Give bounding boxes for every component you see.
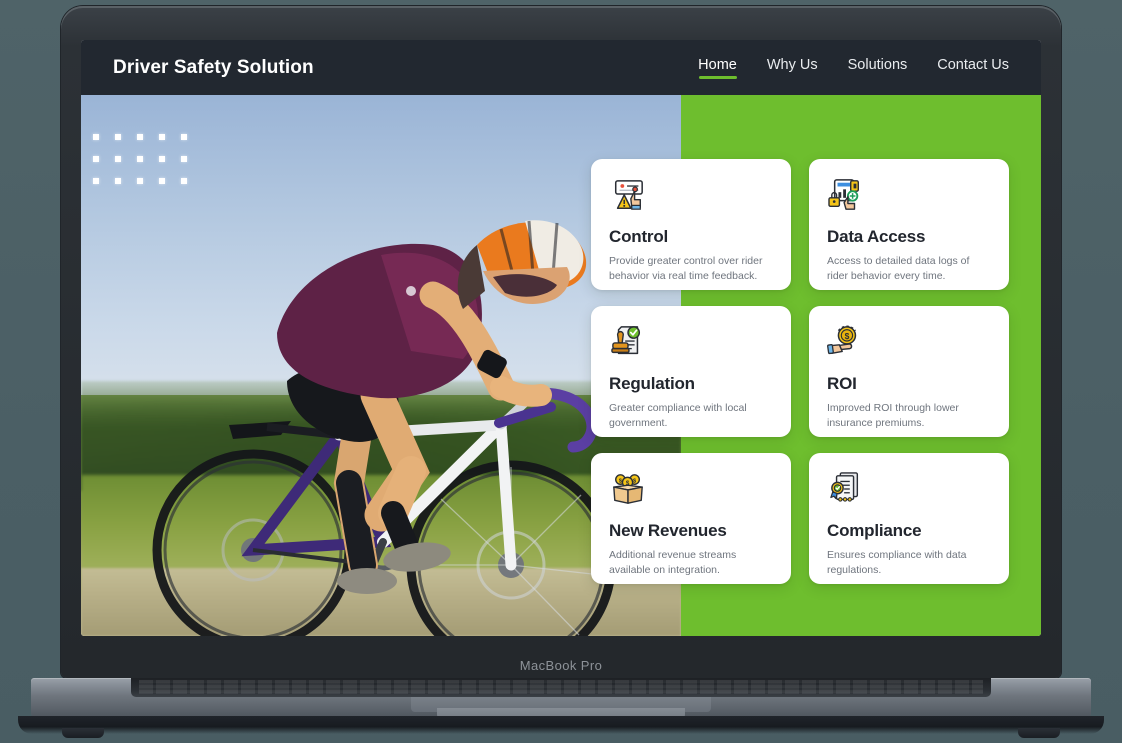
feature-card-desc: Greater compliance with local government… [609, 402, 747, 429]
box-of-coins-icon: $ $ $ [613, 474, 643, 504]
feature-card-regulation[interactable]: Regulation Greater compliance with local… [591, 306, 791, 437]
stamp-approved-document-icon [611, 326, 641, 355]
device-model-label: MacBook Pro [519, 658, 603, 673]
data-lock-document-icon [828, 179, 859, 210]
feature-card-desc: Improved ROI through lower insurance pre… [827, 402, 959, 429]
feature-card-title: Regulation [609, 374, 695, 393]
nav-link-solutions[interactable]: Solutions [848, 57, 908, 79]
keyboard-deck [131, 678, 991, 697]
screen-bezel: Driver Safety Solution Home Why Us Solut… [81, 40, 1041, 636]
feature-card-grid: Control Provide greater control over rid… [591, 159, 1011, 584]
feature-card-new-revenues[interactable]: $ $ $ New Revenues Additional revenue st [591, 453, 791, 584]
nav-link-contact-us[interactable]: Contact Us [937, 57, 1009, 79]
nav-link-home[interactable]: Home [698, 57, 737, 79]
dot-grid-decoration [93, 134, 203, 200]
feature-card-desc: Ensures compliance with data regulations… [827, 549, 967, 576]
nav-links: Home Why Us Solutions Contact Us [698, 57, 1009, 79]
site-navbar: Driver Safety Solution Home Why Us Solut… [81, 40, 1041, 95]
laptop-mockup-scene: Driver Safety Solution Home Why Us Solut… [0, 0, 1122, 743]
laptop-base-underside [18, 716, 1104, 734]
website-viewport: Driver Safety Solution Home Why Us Solut… [81, 40, 1041, 636]
hero-section: Control Provide greater control over rid… [81, 95, 1041, 636]
feature-card-title: New Revenues [609, 521, 727, 540]
feature-card-data-access[interactable]: Data Access Access to detailed data logs… [809, 159, 1009, 290]
laptop-foot-right [1018, 728, 1060, 738]
feature-card-desc: Access to detailed data logs of rider be… [827, 255, 970, 282]
feature-card-title: Data Access [827, 227, 926, 246]
svg-text:$: $ [845, 331, 850, 341]
feature-card-roi[interactable]: $ ROI Improved ROI through lower insuran… [809, 306, 1009, 437]
feature-card-control[interactable]: Control Provide greater control over rid… [591, 159, 791, 290]
laptop-foot-left [62, 728, 104, 738]
feature-card-desc: Additional revenue streams available on … [609, 549, 737, 576]
feature-card-desc: Provide greater control over rider behav… [609, 255, 763, 282]
feature-card-title: Control [609, 227, 669, 246]
hand-holding-coin-icon: $ [827, 325, 857, 355]
alert-screen-hand-icon [614, 180, 643, 210]
brand-title: Driver Safety Solution [113, 56, 314, 78]
laptop-lid: Driver Safety Solution Home Why Us Solut… [61, 6, 1061, 678]
feature-card-title: Compliance [827, 521, 922, 540]
keyboard-keys [139, 680, 983, 694]
certified-document-badge-icon [830, 472, 859, 502]
feature-card-title: ROI [827, 374, 857, 393]
nav-link-why-us[interactable]: Why Us [767, 57, 818, 79]
feature-card-compliance[interactable]: Compliance Ensures compliance with data … [809, 453, 1009, 584]
